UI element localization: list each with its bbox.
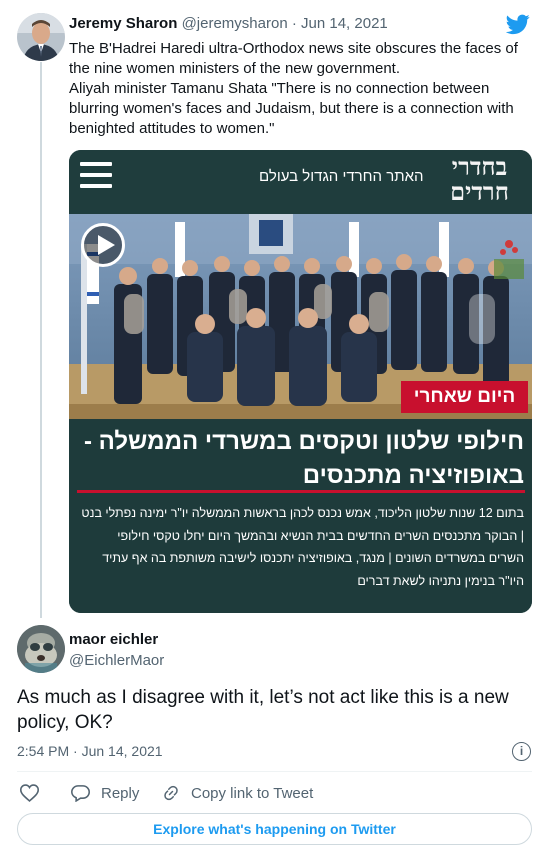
quoted-tweet-text: The B'Hadrei Haredi ultra-Orthodox news … — [69, 39, 539, 139]
like-button[interactable] — [20, 784, 50, 802]
day-after-badge: היום שאחרי — [401, 381, 528, 413]
separator-dot: · — [291, 15, 297, 32]
reply-tweet-text: As much as I disagree with it, let’s not… — [17, 687, 509, 733]
reply-author-name[interactable]: maor eichler — [69, 631, 158, 648]
link-icon — [164, 785, 178, 801]
reply-time: 2:54 PM — [17, 743, 70, 759]
twitter-bird-icon[interactable] — [505, 14, 530, 40]
site-tagline: האתר החרדי הגדול בעולם — [259, 168, 424, 185]
site-header: האתר החרדי הגדול בעולם בחדרי חרדים — [69, 150, 532, 214]
article-headline: חילופי שלטון וטקסים במשרדי הממשלה - באופ… — [83, 428, 524, 489]
quoted-author-handle[interactable]: @jeremysharon — [182, 15, 288, 32]
reply-timestamp[interactable]: 2:54 PM · Jun 14, 2021 — [17, 743, 163, 759]
quoted-author-line: Jeremy Sharon @jeremysharon · Jun 14, 20… — [69, 15, 388, 32]
reply-icon — [71, 785, 90, 802]
article-summary: בתום 12 שנות שלטון הליכוד, אמש נכנס לכהן… — [81, 506, 524, 588]
headline-divider — [77, 490, 525, 493]
separator-dot: · — [73, 743, 78, 759]
quoted-text-paragraph-1: The B'Hadrei Haredi ultra-Orthodox news … — [69, 40, 518, 77]
reply-button[interactable]: Reply — [71, 784, 139, 802]
explore-twitter-button[interactable]: Explore what's happening on Twitter — [17, 813, 532, 845]
copy-link-label: Copy link to Tweet — [191, 784, 314, 802]
reply-label: Reply — [101, 784, 140, 802]
hamburger-menu-icon — [80, 162, 112, 188]
avatar-maor-eichler[interactable] — [17, 625, 65, 673]
divider — [17, 771, 532, 772]
quoted-text-paragraph-2: Aliyah minister Tamanu Shata "There is n… — [69, 80, 514, 137]
play-icon[interactable] — [81, 223, 125, 267]
quoted-author-name[interactable]: Jeremy Sharon — [69, 15, 177, 32]
info-icon[interactable]: i — [512, 742, 531, 761]
heart-icon — [20, 784, 39, 802]
reply-author-handle[interactable]: @EichlerMaor — [69, 652, 164, 669]
reply-date: Jun 14, 2021 — [81, 743, 163, 759]
video-card[interactable]: האתר החרדי הגדול בעולם בחדרי חרדים היום … — [69, 150, 532, 613]
copy-link-button[interactable]: Copy link to Tweet — [162, 784, 313, 802]
avatar-jeremy-sharon[interactable] — [17, 13, 65, 61]
thread-connector — [40, 62, 42, 618]
quoted-date[interactable]: Jun 14, 2021 — [301, 15, 388, 32]
site-logo: בחדרי חרדים — [450, 152, 509, 206]
